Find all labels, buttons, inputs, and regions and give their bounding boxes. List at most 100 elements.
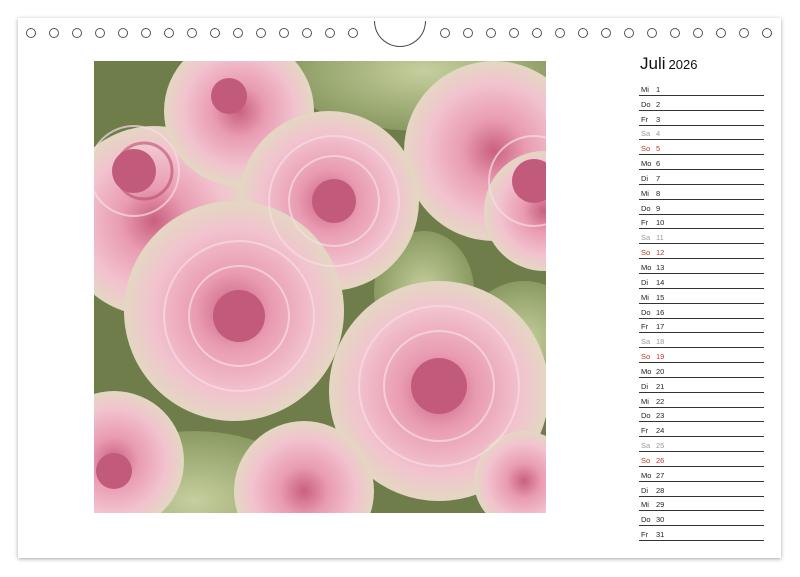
- day-number: 26: [656, 455, 665, 465]
- weekday-label: Mi: [641, 396, 649, 406]
- day-number: 13: [656, 262, 665, 272]
- day-row: Sa 11: [639, 229, 764, 245]
- weekday-label: Mi: [641, 500, 649, 510]
- weekday-label: So: [641, 455, 651, 465]
- day-number: 4: [656, 129, 661, 139]
- day-number: 20: [656, 366, 665, 376]
- binding-ring: [95, 28, 105, 38]
- day-row: Do 2: [639, 96, 764, 111]
- binding-ring: [670, 28, 680, 38]
- weekday-label: Fr: [641, 218, 649, 228]
- binding-ring: [739, 28, 749, 38]
- day-row: Di 21: [639, 378, 764, 393]
- day-row: So 26: [639, 452, 764, 467]
- binding-ring: [762, 28, 772, 38]
- day-number: 9: [656, 203, 661, 213]
- day-number: 11: [656, 233, 664, 243]
- day-row: So 12: [639, 244, 764, 260]
- day-row: So 19: [639, 348, 764, 364]
- binding-ring: [72, 28, 82, 38]
- day-row: Mi 22: [639, 393, 764, 408]
- day-row: Mi 8: [639, 185, 764, 200]
- day-number: 15: [656, 292, 665, 302]
- day-number: 1: [656, 84, 661, 94]
- day-list: Mi 1 Do 2 Fr 3 Sa 4 So 5 Mo 6 Di 7 Mi 8 Do 9 Fr 10 Sa 11 So 12 M…: [639, 81, 764, 542]
- day-number: 22: [656, 396, 665, 406]
- weekday-label: So: [641, 144, 651, 154]
- day-number: 14: [656, 277, 665, 287]
- binding-ring: [256, 28, 266, 38]
- weekday-label: Sa: [641, 233, 651, 243]
- weekday-label: Do: [641, 203, 651, 213]
- day-row: Fr 3: [639, 111, 764, 126]
- weekday-label: Sa: [641, 441, 651, 451]
- day-number: 6: [656, 159, 661, 169]
- binding-ring: [463, 28, 473, 38]
- year: 2026: [668, 57, 698, 72]
- day-row: Do 16: [639, 304, 764, 319]
- day-row: Mo 13: [639, 259, 764, 274]
- day-row: Mi 1: [639, 81, 764, 96]
- day-row: Fr 10: [639, 215, 764, 230]
- day-number: 19: [656, 352, 665, 362]
- day-number: 23: [656, 411, 665, 421]
- weekday-label: Di: [641, 485, 649, 495]
- day-row: Mi 15: [639, 289, 764, 304]
- weekday-label: Fr: [641, 322, 649, 332]
- weekday-label: Mo: [641, 159, 652, 169]
- day-row: Mo 27: [639, 467, 764, 482]
- day-number: 18: [656, 337, 665, 347]
- day-row: Mo 6: [639, 155, 764, 171]
- day-number: 3: [656, 114, 661, 124]
- day-number: 17: [656, 322, 665, 332]
- day-number: 29: [656, 500, 665, 510]
- binding-ring: [532, 28, 542, 38]
- weekday-label: Fr: [641, 426, 649, 436]
- day-row: Mo 20: [639, 363, 764, 378]
- day-row: Do 23: [639, 408, 764, 423]
- binding-ring: [693, 28, 703, 38]
- weekday-label: Di: [641, 173, 649, 183]
- binding-ring: [555, 28, 565, 38]
- binding-ring: [187, 28, 197, 38]
- weekday-label: Do: [641, 99, 651, 109]
- day-number: 12: [656, 248, 665, 258]
- weekday-label: Mo: [641, 366, 652, 376]
- day-row: Sa 4: [639, 126, 764, 141]
- weekday-label: Do: [641, 515, 651, 525]
- day-row: Fr 17: [639, 319, 764, 334]
- day-row: Fr 24: [639, 422, 764, 438]
- weekday-label: Do: [641, 411, 651, 421]
- binding-ring: [325, 28, 335, 38]
- weekday-label: Sa: [641, 129, 651, 139]
- month-name: Juli: [640, 54, 666, 73]
- day-row: Di 7: [639, 170, 764, 185]
- day-number: 16: [656, 307, 665, 317]
- day-number: 31: [656, 530, 665, 540]
- binding-ring: [141, 28, 151, 38]
- weekday-label: Di: [641, 381, 649, 391]
- day-number: 8: [656, 188, 661, 198]
- binding-ring: [578, 28, 588, 38]
- weekday-label: Mi: [641, 188, 649, 198]
- binding-ring: [624, 28, 634, 38]
- day-row: Sa 18: [639, 333, 764, 349]
- binding-ring: [348, 28, 358, 38]
- binding-ring: [716, 28, 726, 38]
- binding-ring: [49, 28, 59, 38]
- day-row: Mi 29: [639, 497, 764, 512]
- weekday-label: So: [641, 352, 651, 362]
- binding-ring: [302, 28, 312, 38]
- day-row: Do 30: [639, 511, 764, 527]
- day-number: 27: [656, 470, 665, 480]
- day-row: Fr 31: [639, 526, 764, 542]
- day-row: Di 14: [639, 274, 764, 289]
- day-number: 28: [656, 485, 665, 495]
- weekday-label: Mi: [641, 84, 649, 94]
- day-number: 10: [656, 218, 665, 228]
- day-number: 25: [656, 441, 665, 451]
- day-number: 5: [656, 144, 661, 154]
- weekday-label: Mo: [641, 262, 652, 272]
- weekday-label: Sa: [641, 337, 651, 347]
- day-row: Di 28: [639, 482, 764, 497]
